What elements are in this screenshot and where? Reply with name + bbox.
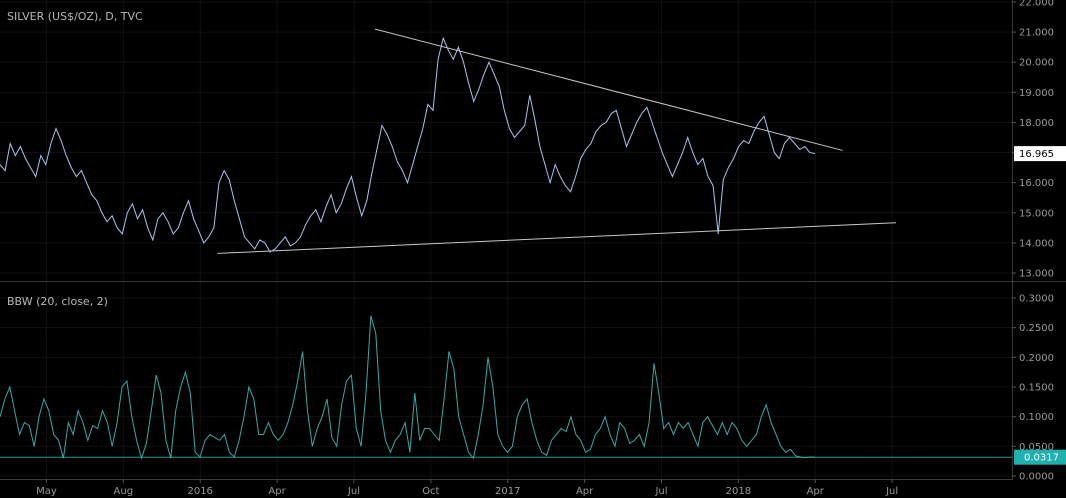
time-tick-label: Apr	[576, 486, 594, 497]
time-tick-label: Apr	[268, 486, 286, 497]
bbw-tick-label: 0.2000	[1019, 353, 1054, 364]
bbw-tick-label: 0.2500	[1019, 323, 1054, 334]
price-chart-title: SILVER (US$/OZ), D, TVC	[7, 10, 143, 23]
time-tick-label: 2017	[495, 486, 520, 497]
price-tick-label: 14.000	[1019, 238, 1054, 249]
price-tick-label: 18.000	[1019, 118, 1054, 129]
time-tick-label: 2016	[187, 486, 212, 497]
bbw-tick-label: 0.3000	[1019, 294, 1054, 305]
time-tick-label: 2018	[726, 486, 751, 497]
bbw-tick-label: 0.0000	[1019, 472, 1054, 483]
last-bbw-tag: 0.0317	[1014, 449, 1066, 465]
last-bbw-value: 0.0317	[1024, 453, 1059, 464]
time-tick-label: May	[36, 486, 57, 497]
last-price-value: 16.965	[1019, 149, 1054, 160]
last-price-tag: 16.965	[1014, 146, 1066, 162]
price-tick-label: 16.000	[1019, 178, 1054, 189]
time-tick-label: Oct	[422, 486, 439, 497]
bbw-tick-label: 0.1000	[1019, 412, 1054, 423]
time-tick-label: Jul	[347, 486, 360, 497]
chart-canvas: 13.00014.00015.00016.00017.00018.00019.0…	[0, 0, 1066, 498]
price-tick-label: 22.000	[1019, 0, 1054, 9]
price-tick-label: 13.000	[1019, 269, 1054, 280]
time-tick-label: Jul	[654, 486, 667, 497]
price-tick-label: 20.000	[1019, 58, 1054, 69]
time-tick-label: Apr	[807, 486, 825, 497]
bbw-tick-label: 0.1500	[1019, 383, 1054, 394]
price-tick-label: 15.000	[1019, 208, 1054, 219]
price-tick-label: 21.000	[1019, 28, 1054, 39]
time-tick-label: Aug	[114, 486, 134, 497]
chart-background	[0, 0, 1066, 498]
time-tick-label: Jul	[885, 486, 898, 497]
bbw-indicator-title: BBW (20, close, 2)	[7, 295, 108, 308]
price-tick-label: 19.000	[1019, 88, 1054, 99]
